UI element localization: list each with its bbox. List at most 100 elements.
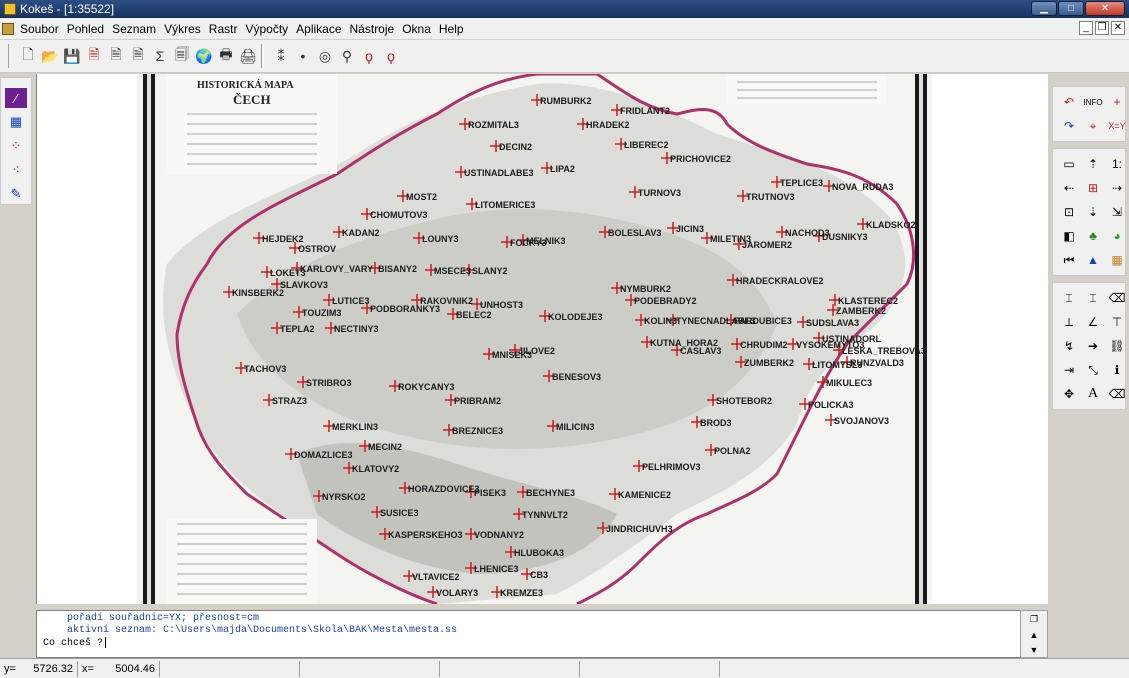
line-edit-2-icon[interactable]: ⌶ (1082, 287, 1104, 309)
arrow-down-icon[interactable]: ⇣ (1082, 201, 1104, 223)
status-empty-3 (440, 660, 580, 677)
diagonal-arrows-icon[interactable]: ⤡ (1082, 359, 1104, 381)
menu-vykres[interactable]: Výkres (160, 22, 205, 36)
save-icon[interactable]: 💾 (61, 45, 83, 67)
left-tool-palette: ⁄ ▦ ⁘ ⁖ ✎ (0, 77, 32, 205)
city-label: ROKYCANY3 (398, 382, 455, 392)
info-point-icon[interactable]: ⁑ (270, 45, 292, 67)
print-preview-icon[interactable]: 🖶 (215, 45, 237, 67)
info-icon[interactable]: INFO (1082, 91, 1104, 113)
number-icon[interactable]: 1: (1106, 153, 1128, 175)
brush-icon[interactable]: ⁄ (5, 88, 27, 108)
city-label: FRIDLANT2 (620, 106, 670, 116)
t-icon[interactable]: ⊤ (1106, 311, 1128, 333)
print-icon[interactable]: 🖨 (237, 45, 259, 67)
mdi-close-button[interactable]: ✕ (1111, 21, 1125, 35)
city-label: HORAZDOVICE3 (408, 484, 480, 494)
command-console[interactable]: pořadí souřadnic=YX; přesnost=cm aktivní… (36, 610, 1048, 658)
undo-lasso-icon[interactable]: ϙ (380, 45, 402, 67)
minimize-button[interactable]: ▁ (1031, 1, 1057, 16)
puzzle-icon[interactable]: ✥ (1058, 383, 1080, 405)
city-label: BENESOV3 (552, 372, 602, 382)
point-label-icon[interactable]: ⁖ (5, 160, 27, 180)
city-label: MIKULEC3 (826, 378, 873, 388)
color-fill-icon[interactable]: ◕ (1106, 225, 1128, 247)
menu-rastr[interactable]: Rastr (205, 22, 242, 36)
maximize-button[interactable]: □ (1058, 1, 1084, 16)
city-label: PRIBRAM2 (454, 396, 502, 406)
menu-nastroje[interactable]: Nástroje (346, 22, 399, 36)
console-scrollbar[interactable]: ❐ ▲ ▼ (1020, 610, 1048, 658)
scroll-down-icon[interactable]: ▼ (1030, 645, 1039, 655)
perpendicular-icon[interactable]: ⟂ (1058, 311, 1080, 333)
palette-icon[interactable]: ▦ (1106, 249, 1128, 271)
toolbar-grip-2[interactable] (261, 44, 264, 68)
city-label: LITOMERICE3 (475, 200, 536, 210)
angle-icon[interactable]: ∠ (1082, 311, 1104, 333)
scroll-up-icon[interactable]: ▲ (1030, 630, 1039, 640)
color-grid-icon[interactable]: ▦ (5, 112, 27, 132)
export-icon[interactable]: 🗐 (171, 45, 193, 67)
eraser-icon[interactable]: ⌫ (1106, 287, 1128, 309)
zoom-lens-icon[interactable]: ◎ (314, 45, 336, 67)
map-header-subtitle: ČECH (233, 92, 271, 107)
open-folder-icon[interactable]: 📂 (39, 45, 61, 67)
text-a-icon[interactable]: A (1082, 383, 1104, 405)
arrow-up-icon[interactable]: ⇡ (1082, 153, 1104, 175)
city-label: SLAVKOV3 (280, 280, 328, 290)
redo-icon[interactable]: ↷ (1058, 115, 1080, 137)
points-icon[interactable]: ⁘ (5, 136, 27, 156)
mdi-minimize-button[interactable]: _ (1079, 21, 1093, 35)
city-label: STRIBRO3 (306, 378, 352, 388)
measure-icon[interactable]: ⚲ (336, 45, 358, 67)
console-maximize-icon[interactable]: ❐ (1030, 614, 1038, 625)
arrow-to-line-icon[interactable]: ⇥ (1058, 359, 1080, 381)
pen-icon[interactable]: ✎ (5, 184, 27, 204)
draw-line-icon[interactable]: ▭ (1058, 153, 1080, 175)
layer-icon[interactable]: ◧ (1058, 225, 1080, 247)
check-file-icon[interactable]: 🗎 (127, 45, 149, 67)
menu-aplikace[interactable]: Aplikace (292, 22, 345, 36)
map-canvas[interactable]: HISTORICKÁ MAPA ČECH RUMBURK2 FRIDLANT2 RO… (36, 74, 1048, 604)
city-label: KREMZE3 (500, 588, 544, 598)
menu-okna[interactable]: Okna (398, 22, 435, 36)
menu-help[interactable]: Help (435, 22, 468, 36)
pick-icon[interactable]: ⇲ (1106, 201, 1128, 223)
menu-vypocty[interactable]: Výpočty (241, 22, 292, 36)
curve-icon[interactable]: ↯ (1058, 335, 1080, 357)
triangle-up-icon[interactable]: ▲ (1082, 249, 1104, 271)
document-icon[interactable] (2, 22, 14, 35)
toolbar-grip[interactable] (8, 44, 11, 68)
arrow-right-icon[interactable]: ⇢ (1106, 177, 1128, 199)
city-label: LUTICE3 (332, 296, 370, 306)
close-file-icon[interactable]: 🗎 (83, 45, 105, 67)
sum-icon[interactable]: Σ (149, 45, 171, 67)
undo-icon[interactable]: ↶ (1058, 91, 1080, 113)
eraser-2-icon[interactable]: ⌫ (1106, 383, 1128, 405)
globe-icon[interactable]: 🌍 (193, 45, 215, 67)
menu-seznam[interactable]: Seznam (108, 22, 160, 36)
city-label: VLTAVICE2 (412, 572, 460, 582)
info-i-icon[interactable]: ℹ (1106, 359, 1128, 381)
line-edit-icon[interactable]: ⌶ (1058, 287, 1080, 309)
mdi-restore-button[interactable]: ❐ (1095, 21, 1109, 35)
plus-box-icon[interactable]: ⊞ (1082, 177, 1104, 199)
swap-xy-icon[interactable]: X=Y (1106, 115, 1128, 137)
status-empty-2 (300, 660, 440, 677)
new-file-icon[interactable]: 🗋 (17, 45, 39, 67)
edit-file-icon[interactable]: 🗎 (105, 45, 127, 67)
target-icon[interactable]: ⌖ (1082, 115, 1104, 137)
nodes-icon[interactable]: ⛓ (1106, 335, 1128, 357)
arrow-fat-right-icon[interactable]: ➔ (1082, 335, 1104, 357)
close-button[interactable]: ✕ (1085, 1, 1125, 16)
tree-icon[interactable]: ♣ (1082, 225, 1104, 247)
crosshair-icon[interactable]: + (1106, 91, 1128, 113)
rp-group-edit: ↶ INFO + ↷ ⌖ X=Y (1052, 86, 1126, 142)
arrow-left-icon[interactable]: ⇠ (1058, 177, 1080, 199)
first-icon[interactable]: ⏮ (1058, 249, 1080, 271)
lasso-icon[interactable]: ϙ (358, 45, 380, 67)
frame-icon[interactable]: ⊡ (1058, 201, 1080, 223)
menu-pohled[interactable]: Pohled (63, 22, 108, 36)
menu-soubor[interactable]: Soubor (16, 22, 63, 36)
point-icon[interactable]: • (292, 45, 314, 67)
